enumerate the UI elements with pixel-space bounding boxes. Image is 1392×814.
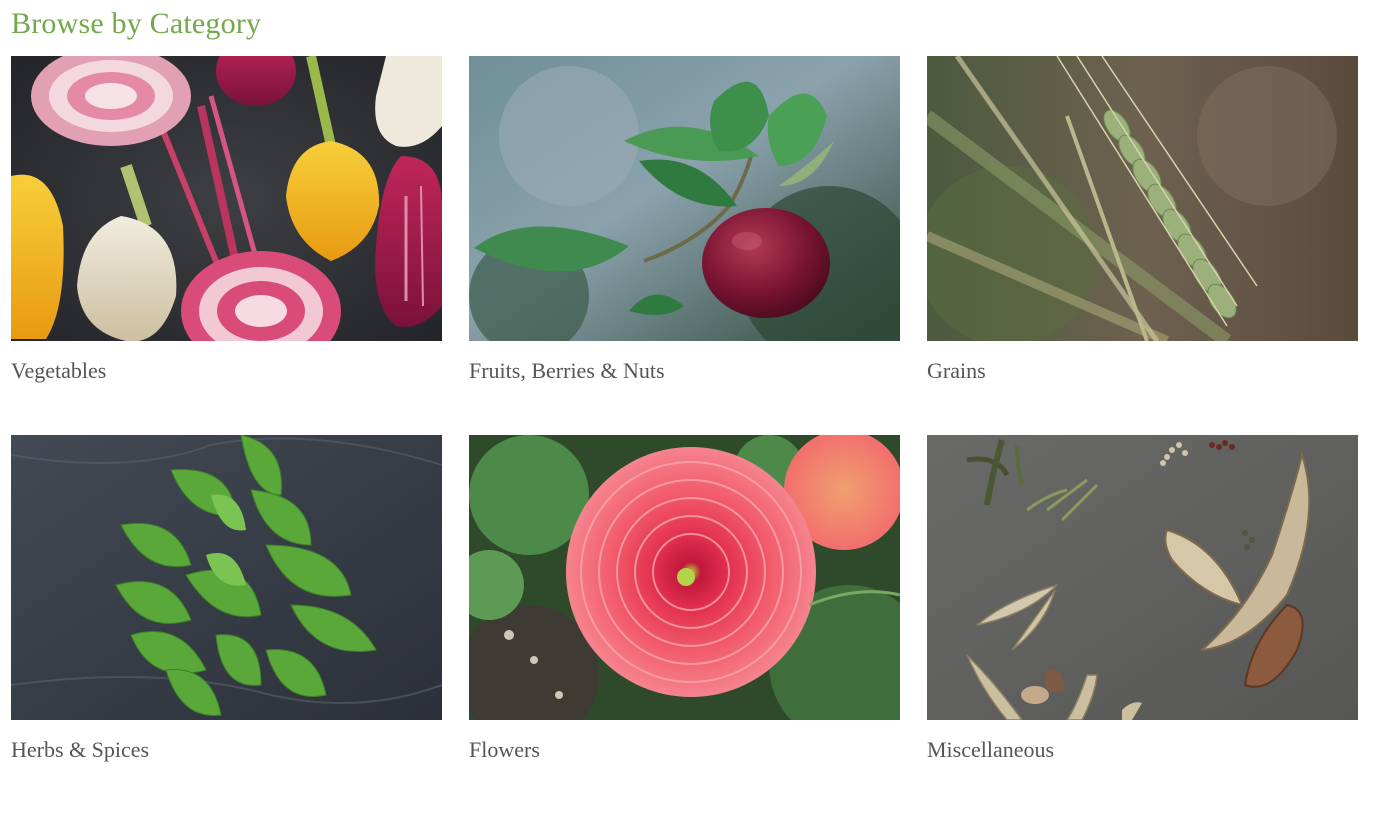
category-card-grains[interactable]: Grains (927, 56, 1358, 435)
category-card-flowers[interactable]: Flowers (469, 435, 900, 814)
category-grid: Vegetables Fruits, Berries & Nuts Grains… (11, 56, 1358, 814)
category-card-miscellaneous[interactable]: Miscellaneous (927, 435, 1358, 814)
category-label-fruits-berries-nuts[interactable]: Fruits, Berries & Nuts (469, 357, 900, 385)
category-card-fruits-berries-nuts[interactable]: Fruits, Berries & Nuts (469, 56, 900, 435)
category-image-vegetables[interactable] (11, 56, 442, 341)
page-title: Browse by Category (11, 7, 262, 40)
category-label-grains[interactable]: Grains (927, 357, 1358, 385)
category-image-herbs-spices[interactable] (11, 435, 442, 720)
category-label-flowers[interactable]: Flowers (469, 736, 900, 764)
category-image-flowers[interactable] (469, 435, 900, 720)
category-card-herbs-spices[interactable]: Herbs & Spices (11, 435, 442, 814)
category-card-vegetables[interactable]: Vegetables (11, 56, 442, 435)
category-label-vegetables[interactable]: Vegetables (11, 357, 442, 385)
category-image-miscellaneous[interactable] (927, 435, 1358, 720)
category-label-miscellaneous[interactable]: Miscellaneous (927, 736, 1358, 764)
category-image-grains[interactable] (927, 56, 1358, 341)
category-image-fruits-berries-nuts[interactable] (469, 56, 900, 341)
category-label-herbs-spices[interactable]: Herbs & Spices (11, 736, 442, 764)
